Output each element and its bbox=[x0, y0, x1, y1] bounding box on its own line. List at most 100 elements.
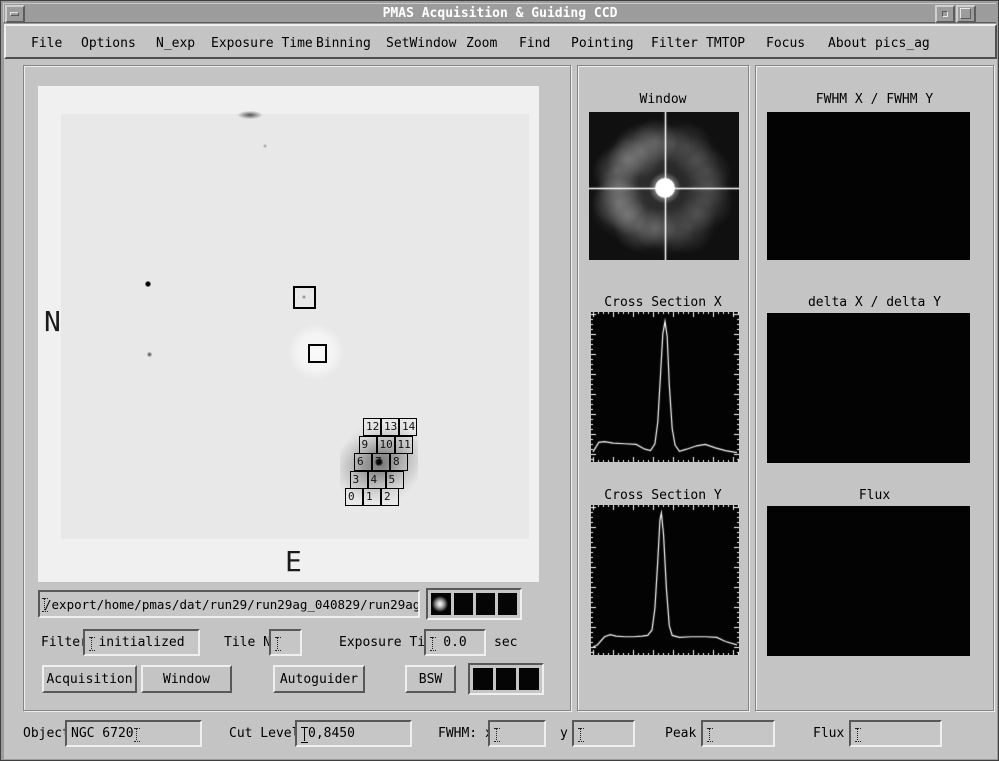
text-cursor bbox=[707, 727, 713, 741]
peak-field[interactable] bbox=[701, 720, 775, 747]
autoguider-button[interactable]: Autoguider bbox=[273, 665, 365, 693]
menu-item-n-exp[interactable]: N_exp bbox=[156, 36, 195, 51]
thumbnail-empty-cell bbox=[476, 593, 495, 615]
titlebar[interactable]: PMAS Acquisition & Guiding CCD bbox=[3, 3, 996, 23]
peak-label: Peak bbox=[665, 726, 696, 741]
status-black-cell bbox=[496, 668, 516, 690]
menu-item-zoom[interactable]: Zoom bbox=[466, 36, 497, 51]
text-cursor bbox=[855, 727, 861, 741]
cut-levels-field[interactable]: 0,8450 bbox=[295, 720, 412, 747]
minimize-button[interactable] bbox=[935, 5, 955, 23]
cut-levels-value: 0,8450 bbox=[308, 726, 355, 741]
menu-bar: File Options N_exp Exposure TimeBinning SetW… bbox=[4, 24, 997, 59]
cross-section-y-label: Cross Section Y bbox=[578, 488, 748, 503]
menu-item-file[interactable]: File bbox=[31, 36, 62, 51]
thumbnail-empty-cell bbox=[454, 593, 473, 615]
menu-item-pointing[interactable]: Pointing bbox=[571, 36, 634, 51]
tile-box-5[interactable]: 5 bbox=[386, 471, 404, 489]
tile-box-14[interactable]: 14 bbox=[399, 418, 417, 436]
maximize-button[interactable] bbox=[956, 5, 976, 23]
bsw-button[interactable]: BSW bbox=[405, 665, 456, 693]
file-path-value: /export/home/pmas/dat/run29/run29ag_0408… bbox=[44, 597, 420, 612]
menu-item-binning[interactable]: Binning bbox=[316, 36, 371, 51]
north-label: N bbox=[44, 308, 61, 336]
minimize-icon bbox=[942, 11, 948, 17]
cross-section-x-label: Cross Section X bbox=[578, 295, 748, 310]
menu-item-options[interactable]: Options bbox=[81, 36, 136, 51]
filter-field[interactable]: initialized bbox=[83, 629, 200, 656]
thumbnail-strip-3 bbox=[468, 663, 544, 695]
exposure-time-field[interactable]: 0.0 bbox=[424, 629, 486, 656]
window-title: PMAS Acquisition & Guiding CCD bbox=[4, 6, 996, 21]
guiding-panel: Window Cross Section X Cross Section Y bbox=[577, 65, 749, 711]
tile-box-3[interactable]: 3 bbox=[350, 471, 368, 489]
flux-field[interactable] bbox=[849, 720, 942, 747]
object-label: Object bbox=[23, 726, 70, 741]
acquisition-button[interactable]: Acquisition bbox=[42, 665, 137, 693]
text-cursor bbox=[89, 636, 95, 650]
thumbnail-strip-4[interactable] bbox=[426, 588, 522, 620]
object-value: NGC 6720 bbox=[71, 726, 134, 741]
flux-plot-panel bbox=[767, 506, 970, 656]
client-area: File Options N_exp Exposure TimeBinning SetW… bbox=[4, 24, 997, 759]
menu-item-exposure-time[interactable]: Exposure Time bbox=[211, 36, 313, 51]
tile-box-2[interactable]: 2 bbox=[381, 488, 399, 506]
statistics-panel: FWHM X / FWHM Y delta X / delta Y Flux bbox=[755, 65, 994, 711]
filter-value: initialized bbox=[98, 635, 184, 650]
text-cursor-solid bbox=[301, 726, 308, 742]
tile-box-0[interactable]: 0 bbox=[345, 488, 363, 506]
flux-field-label: Flux bbox=[813, 726, 844, 741]
menu-item-about-pics-ag[interactable]: About pics_ag bbox=[828, 36, 930, 51]
tile-box-7[interactable]: 7 bbox=[372, 453, 390, 471]
thumbnail-star-cell bbox=[431, 593, 451, 615]
marker-1-star bbox=[302, 295, 306, 299]
window-button[interactable]: Window bbox=[141, 665, 232, 693]
menu-item-focus[interactable]: Focus bbox=[766, 36, 805, 51]
application-window: PMAS Acquisition & Guiding CCD File Optio… bbox=[0, 0, 999, 761]
star-dot-faint bbox=[147, 352, 152, 357]
tile-box-10[interactable]: 10 bbox=[377, 436, 395, 454]
text-cursor bbox=[275, 636, 281, 650]
ccd-image[interactable]: 01234567891011121314 N E bbox=[38, 86, 539, 582]
tile-box-9[interactable]: 9 bbox=[359, 436, 377, 454]
fwhm-y-label: y bbox=[560, 726, 568, 741]
text-cursor bbox=[494, 727, 500, 741]
thumbnail-empty-cell bbox=[498, 593, 517, 615]
tile-box-6[interactable]: 6 bbox=[354, 453, 372, 471]
window-panel-label: Window bbox=[578, 92, 748, 107]
file-path-field[interactable]: /export/home/pmas/dat/run29/run29ag_0408… bbox=[38, 590, 420, 618]
acquisition-panel: 01234567891011121314 N E /export/home/pm… bbox=[23, 65, 571, 711]
tile-box-12[interactable]: 12 bbox=[363, 418, 381, 436]
guide-window-image[interactable] bbox=[589, 112, 739, 260]
status-black-cell bbox=[473, 668, 493, 690]
tile-box-1[interactable]: 1 bbox=[363, 488, 381, 506]
flux-panel-label: Flux bbox=[756, 488, 993, 503]
status-black-cell bbox=[519, 668, 539, 690]
tile-no-field[interactable] bbox=[269, 629, 302, 656]
east-label: E bbox=[285, 548, 302, 576]
text-cursor bbox=[134, 727, 140, 741]
menu-item-tmtop[interactable]: TMTOP bbox=[706, 36, 745, 51]
object-field[interactable]: NGC 6720 bbox=[65, 720, 202, 747]
text-cursor bbox=[430, 636, 436, 650]
menu-item-find[interactable]: Find bbox=[519, 36, 550, 51]
cross-section-x-plot bbox=[591, 312, 739, 462]
fwhm-plot-panel bbox=[767, 112, 970, 260]
fwhm-y-field[interactable] bbox=[572, 720, 635, 747]
star-dot-very-faint bbox=[263, 144, 267, 148]
sec-unit-label: sec bbox=[494, 635, 517, 650]
ccd-frame-region bbox=[61, 114, 529, 539]
menu-item-filter[interactable]: Filter bbox=[651, 36, 698, 51]
menu-item-setwindow[interactable]: SetWindow bbox=[386, 36, 456, 51]
tile-box-4[interactable]: 4 bbox=[368, 471, 386, 489]
tile-box-11[interactable]: 11 bbox=[395, 436, 413, 454]
tile-box-8[interactable]: 8 bbox=[390, 453, 408, 471]
star-dot-bright bbox=[145, 281, 151, 287]
cross-section-y-plot bbox=[591, 505, 739, 655]
text-cursor bbox=[578, 727, 584, 741]
text-cursor bbox=[42, 597, 48, 611]
fwhm-x-field[interactable] bbox=[488, 720, 546, 747]
delta-plot-panel bbox=[767, 313, 970, 463]
tile-box-13[interactable]: 13 bbox=[381, 418, 399, 436]
fwhm-x-label: FWHM: x bbox=[438, 726, 493, 741]
